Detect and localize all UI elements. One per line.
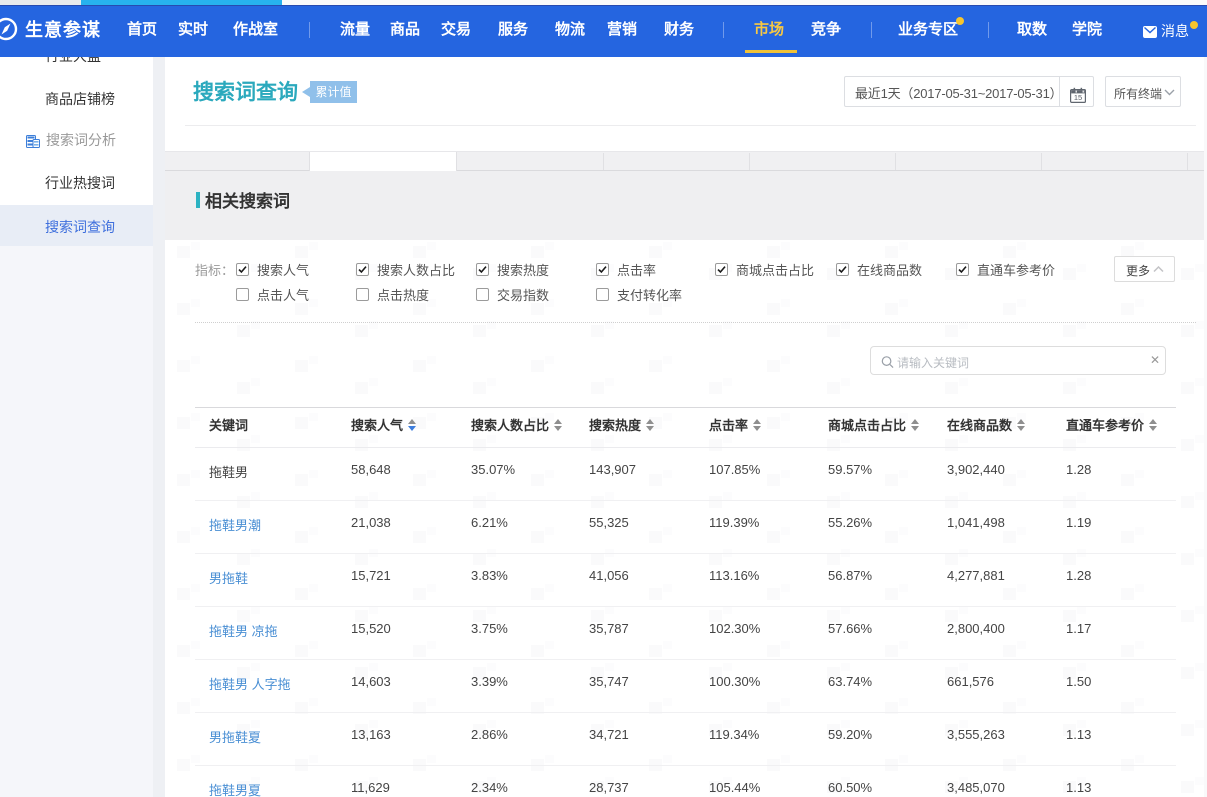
svg-text:15: 15 [1074, 93, 1082, 102]
